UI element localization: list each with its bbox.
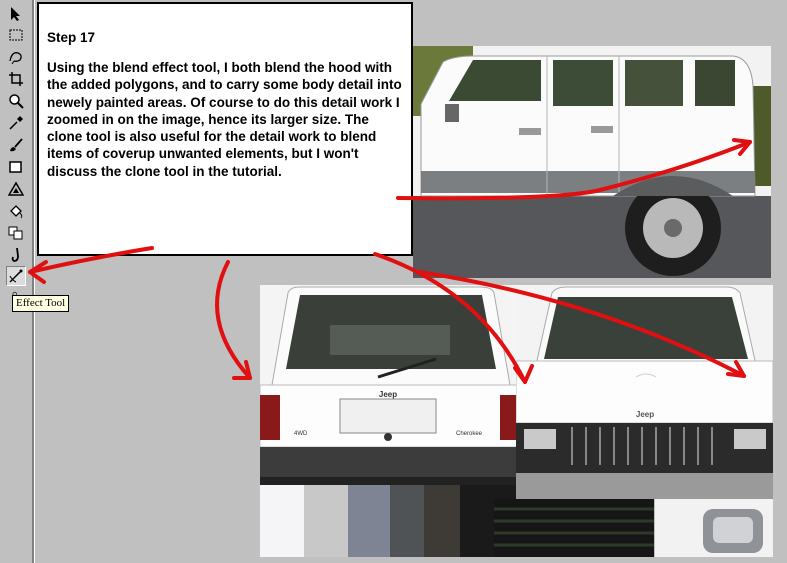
front-badge-text: Jeep — [636, 410, 654, 419]
rear-badge-text: Jeep — [379, 390, 397, 399]
lasso-tool-icon[interactable] — [6, 47, 26, 67]
polygon-tool-icon[interactable] — [6, 179, 26, 199]
step-description: Using the blend effect tool, I both blen… — [47, 60, 402, 179]
rear-left-label: 4WD — [294, 431, 308, 437]
bumper-detail-photo — [655, 499, 773, 557]
crop-tool-icon[interactable] — [6, 69, 26, 89]
step-title: Step 17 — [47, 30, 96, 45]
fill-tool-icon[interactable] — [6, 201, 26, 221]
toolbox-panel — [0, 0, 32, 563]
clone-tool-icon[interactable] — [6, 223, 26, 243]
smudge-tool-icon[interactable] — [6, 245, 26, 265]
effect-tool-tooltip: Effect Tool — [12, 295, 70, 312]
side-view-photo — [413, 46, 771, 278]
rear-view-photo: Jeep 4WD Cherokee — [260, 285, 521, 485]
toolbox-divider — [32, 0, 35, 563]
grille-detail-photo — [494, 499, 654, 557]
front-view-photo: Jeep — [516, 285, 773, 499]
step-instructions-panel: Step 17 Using the blend effect tool, I b… — [37, 2, 413, 256]
eyedropper-tool-icon[interactable] — [6, 113, 26, 133]
paint-brush-tool-icon[interactable] — [6, 135, 26, 155]
rear-right-label: Cherokee — [456, 431, 483, 437]
effect-tool-icon[interactable] — [6, 266, 26, 286]
shape-tool-icon[interactable] — [6, 157, 26, 177]
pointer-tool-icon[interactable] — [6, 4, 26, 24]
color-swatches — [260, 485, 460, 557]
arrow-to-rear-view — [215, 260, 252, 380]
selection-tool-icon[interactable] — [6, 25, 26, 45]
zoom-tool-icon[interactable] — [6, 91, 26, 111]
